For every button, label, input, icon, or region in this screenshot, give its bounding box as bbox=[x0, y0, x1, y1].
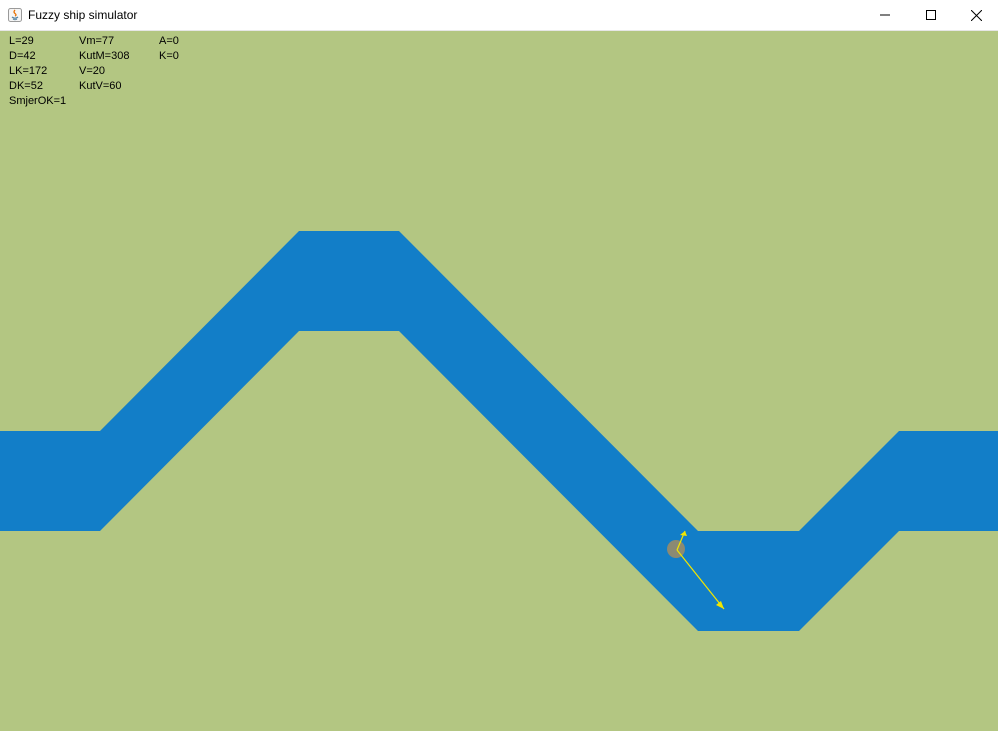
readout-k: K=0 bbox=[159, 50, 179, 62]
telemetry-readout: L=29 D=42 LK=172 DK=52 SmjerOK=1 Vm=77 K… bbox=[0, 31, 260, 111]
window-title: Fuzzy ship simulator bbox=[28, 8, 138, 22]
java-app-icon bbox=[8, 8, 22, 22]
minimize-icon bbox=[880, 14, 890, 16]
readout-dk: DK=52 bbox=[9, 80, 43, 92]
readout-d: D=42 bbox=[9, 50, 36, 62]
readout-a: A=0 bbox=[159, 35, 179, 47]
minimize-button[interactable] bbox=[862, 0, 908, 30]
river-channel bbox=[0, 231, 998, 631]
simulation-canvas[interactable]: L=29 D=42 LK=172 DK=52 SmjerOK=1 Vm=77 K… bbox=[0, 31, 998, 731]
readout-v: V=20 bbox=[79, 65, 105, 77]
maximize-icon bbox=[926, 10, 936, 20]
readout-l: L=29 bbox=[9, 35, 34, 47]
readout-kutv: KutV=60 bbox=[79, 80, 122, 92]
simulation-scene bbox=[0, 231, 998, 631]
readout-lk: LK=172 bbox=[9, 65, 48, 77]
title-bar[interactable]: Fuzzy ship simulator bbox=[0, 0, 998, 31]
readout-kutm: KutM=308 bbox=[79, 50, 130, 62]
readout-smjerok: SmjerOK=1 bbox=[9, 95, 67, 107]
readout-vm: Vm=77 bbox=[79, 35, 115, 47]
close-button[interactable] bbox=[953, 0, 998, 30]
ship bbox=[667, 540, 685, 558]
maximize-button[interactable] bbox=[908, 0, 954, 30]
application-window: Fuzzy ship simulator L=29 D=42 LK=172 DK… bbox=[0, 0, 998, 731]
close-icon bbox=[970, 9, 982, 21]
